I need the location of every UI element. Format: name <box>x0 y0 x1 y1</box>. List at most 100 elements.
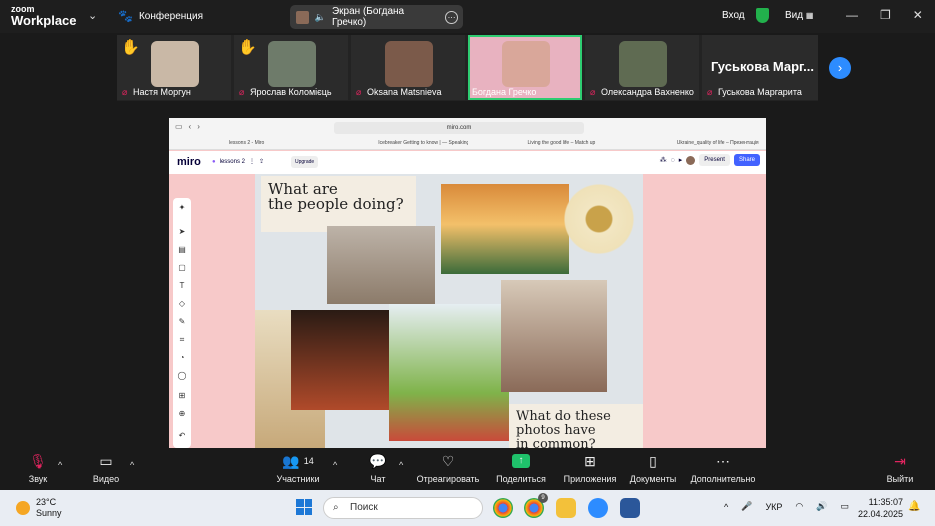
volume-icon[interactable]: 🔊 <box>816 501 827 512</box>
more-vertical-icon[interactable]: ⋮ <box>249 158 255 165</box>
frame-icon[interactable]: ⌗ <box>177 335 187 345</box>
present-button[interactable]: Present <box>699 154 730 166</box>
chat-bubble-icon[interactable]: ◯ <box>177 371 187 381</box>
participant-tile-active[interactable]: Богдана Гречко <box>468 35 582 100</box>
chevron-up-icon[interactable]: ^ <box>724 502 728 512</box>
next-page-button[interactable]: › <box>829 57 851 79</box>
participant-tile[interactable]: ⌀ Oksana Matsnieva <box>351 35 465 100</box>
ai-sparkle-icon[interactable]: ✦ <box>177 203 187 213</box>
chat-button[interactable]: 💬 Чат <box>362 448 394 485</box>
miro-header: miro ● lessons 2 ⋮ ⇪ Upgrade ⁂ ◌ ▸ Prese… <box>169 151 766 174</box>
search-placeholder: Поиск <box>350 502 378 513</box>
url-bar[interactable]: miro.com <box>334 122 584 134</box>
zoom-app-icon[interactable] <box>588 498 608 518</box>
view-button[interactable]: Вид ▦ <box>785 10 813 21</box>
restore-icon[interactable]: ❐ <box>880 8 891 22</box>
upgrade-button[interactable]: Upgrade <box>291 156 319 168</box>
conference-label: Конференция <box>138 10 204 22</box>
wifi-icon[interactable]: ◠ <box>795 501 803 512</box>
browser-tab[interactable]: Living the good life – Match up <box>468 138 617 149</box>
audio-button[interactable]: 🎙 Звук <box>20 448 56 485</box>
more-button[interactable]: ⋯ Дополнительно <box>686 448 760 485</box>
mic-muted-icon: ⌀ <box>707 86 713 97</box>
time: 11:35:07 <box>868 497 904 507</box>
participants-button[interactable]: 👥 14 Участники <box>272 448 324 485</box>
minimize-icon[interactable]: — <box>846 8 858 22</box>
participant-tile[interactable]: Гуськова Марг... ⌀ Гуськова Маргарита <box>702 35 818 100</box>
video-icon[interactable]: ▸ <box>679 156 683 164</box>
participant-name: Гуськова Маргарита <box>718 87 802 97</box>
word-icon[interactable] <box>620 498 640 518</box>
export-icon[interactable]: ⇪ <box>259 158 264 165</box>
audio-options-caret[interactable]: ^ <box>58 460 62 470</box>
mic-muted-icon: ⌀ <box>122 86 128 97</box>
video-button[interactable]: ▭ Видео <box>88 448 124 485</box>
search-icon: ⌕ <box>333 502 339 513</box>
close-icon[interactable]: ✕ <box>913 8 923 22</box>
browser-tab[interactable]: Ukraine_quality of life – Презентація <box>617 138 766 149</box>
upload-icon[interactable]: ⊞ <box>177 391 187 401</box>
conference-menu[interactable]: 🐾 Конференция <box>118 9 203 23</box>
react-button[interactable]: ♡ Отреагировать <box>414 448 482 485</box>
screen-share-indicator[interactable]: 🔈 Экран (Богдана Гречко) ··· <box>290 5 463 29</box>
share-board-button[interactable]: Share <box>733 154 760 166</box>
language-indicator[interactable]: УКР <box>765 502 782 512</box>
participant-tile[interactable]: ✋ ⌀ Настя Моргун <box>117 35 231 100</box>
participants-options-caret[interactable]: ^ <box>333 460 337 470</box>
clock[interactable]: 11:35:07 22.04.2025 <box>858 496 903 520</box>
collage-title: What are the people doing? <box>268 182 404 212</box>
chevron-down-icon[interactable]: ⌄ <box>88 9 97 22</box>
browser-tab[interactable]: lessons 2 - Miro <box>169 138 318 149</box>
participants-icon: 👥 14 <box>282 452 314 469</box>
shapes-icon[interactable]: ◇ <box>177 299 187 309</box>
notification-icon[interactable]: 🔔 <box>908 501 920 512</box>
chrome-profile-icon[interactable]: 9 <box>524 493 548 518</box>
chat-icon[interactable]: ◌ <box>671 157 675 164</box>
microphone-icon[interactable]: 🎤 <box>741 501 752 512</box>
reactions-icon[interactable]: ⁂ <box>660 156 667 164</box>
select-cursor-icon[interactable]: ➤ <box>177 227 187 237</box>
collage-board[interactable]: What are the people doing? What do these… <box>255 174 643 448</box>
sharer-avatar <box>296 10 309 24</box>
taskbar-search[interactable]: ⌕ Поиск <box>323 497 483 519</box>
board-title[interactable]: ● lessons 2 ⋮ ⇪ <box>212 158 264 166</box>
chrome-icon[interactable] <box>493 498 513 518</box>
more-icon[interactable]: ··· <box>445 10 458 24</box>
participants-count: 14 <box>303 456 314 466</box>
participant-tile[interactable]: ⌀ Олександра Вахненко <box>585 35 699 100</box>
battery-icon[interactable]: ▭ <box>841 501 850 512</box>
chat-icon: 💬 <box>369 452 387 469</box>
picnic-photo <box>389 304 509 441</box>
file-explorer-icon[interactable] <box>556 498 576 518</box>
browser-tab[interactable]: Icebreaker Getting to know | — Speaking … <box>318 138 467 149</box>
cooking-photo <box>501 280 607 392</box>
sticky-note-icon[interactable]: ▢ <box>177 263 187 273</box>
pen-icon[interactable]: ✎ <box>177 317 187 327</box>
avatar[interactable] <box>686 155 696 165</box>
undo-icon[interactable]: ↶ <box>177 431 187 441</box>
participant-tile[interactable]: ✋ ⌀ Ярослав Коломієць <box>234 35 348 100</box>
grid-icon: ▦ <box>805 11 814 20</box>
add-icon[interactable]: ⊕ <box>177 409 187 419</box>
question-line: What do these <box>516 409 611 424</box>
video-camera-icon: ▭ <box>99 452 113 469</box>
shield-check-icon[interactable] <box>756 8 769 23</box>
heart-icon: ♡ <box>441 452 455 469</box>
windows-start-icon[interactable] <box>296 499 312 515</box>
chat-options-caret[interactable]: ^ <box>399 460 403 470</box>
apps-button[interactable]: ⊞ Приложения <box>560 448 620 485</box>
login-button[interactable]: Вход <box>722 10 745 21</box>
meeting-controls: 🎙 Звук ^ ▭ Видео ^ 👥 14 Участники ^ 💬 Чат… <box>0 448 935 490</box>
question-line: in common? <box>516 437 596 449</box>
template-icon[interactable]: ▤ <box>177 245 187 255</box>
comment-icon[interactable]: ◔ <box>177 353 187 363</box>
text-icon[interactable]: T <box>177 281 187 291</box>
leave-button[interactable]: ⇥ Выйти <box>884 448 916 485</box>
share-screen-button[interactable]: ↑ Поделиться <box>493 448 549 484</box>
video-options-caret[interactable]: ^ <box>130 460 134 470</box>
leave-label: Выйти <box>886 474 914 484</box>
documents-button[interactable]: ▯ Документы <box>625 448 681 485</box>
weather-widget[interactable]: 23°C Sunny <box>16 497 62 519</box>
browser-nav-icons[interactable]: ▭‹› <box>175 122 206 131</box>
dried-flower-image <box>555 174 643 274</box>
